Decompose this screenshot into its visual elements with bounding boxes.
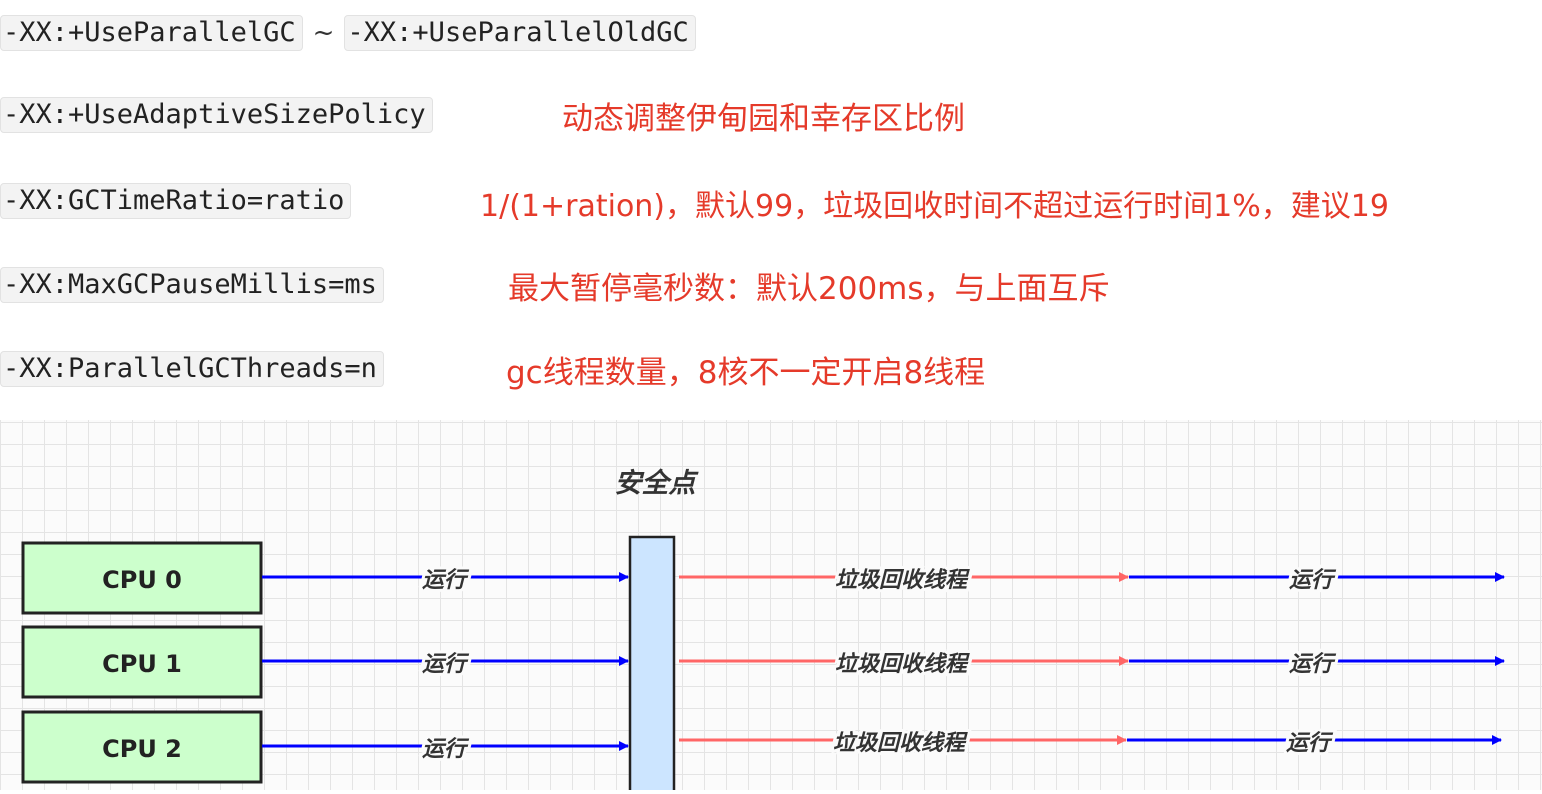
safepoint-bar — [628, 535, 676, 794]
cpu-label-1: CPU 1 — [102, 650, 182, 678]
code-parallel-gc-threads: -XX:ParallelGCThreads=n — [0, 351, 384, 387]
run-after-label-2: 运行 — [1286, 731, 1334, 756]
option-row-3: -XX:GCTimeRatio=ratio — [0, 181, 352, 221]
safepoint-diagram: 安全点 CPU 0 运行 垃圾回收线程 运行 CPU 1 运行 垃圾回收线程 运… — [0, 420, 1542, 794]
cpu-row-2: CPU 2 运行 垃圾回收线程 运行 — [21, 710, 1502, 784]
note-adaptive-size-policy: 动态调整伊甸园和幸存区比例 — [562, 101, 965, 137]
gc-label-2: 垃圾回收线程 — [833, 730, 968, 756]
note-max-gc-pause-millis: 最大暂停毫秒数：默认200ms，与上面互斥 — [508, 271, 1110, 307]
safepoint-label: 安全点 — [615, 468, 700, 499]
run-after-label-0: 运行 — [1289, 568, 1337, 593]
code-parallel-old-gc: -XX:+UseParallelOldGC — [344, 15, 696, 51]
run-after-label-1: 运行 — [1289, 652, 1337, 677]
run-label-2: 运行 — [422, 737, 470, 762]
cpu-label-2: CPU 2 — [102, 735, 182, 763]
option-row-2: -XX:+UseAdaptiveSizePolicy — [0, 95, 433, 135]
code-max-gc-pause-millis: -XX:MaxGCPauseMillis=ms — [0, 267, 384, 303]
separator-tilde: ~ — [312, 18, 335, 48]
option-row-1: -XX:+UseParallelGC ~ -XX:+UseParallelOld… — [0, 13, 696, 53]
code-parallel-gc: -XX:+UseParallelGC — [0, 15, 303, 51]
cpu-label-0: CPU 0 — [102, 566, 182, 594]
cpu-row-1: CPU 1 运行 垃圾回收线程 运行 — [21, 625, 1505, 699]
cpu-row-0: CPU 0 运行 垃圾回收线程 运行 — [21, 541, 1505, 615]
note-parallel-gc-threads: gc线程数量，8核不一定开启8线程 — [506, 355, 986, 391]
run-label-0: 运行 — [422, 568, 470, 593]
run-label-1: 运行 — [422, 652, 470, 677]
safepoint-diagram-svg: 安全点 CPU 0 运行 垃圾回收线程 运行 CPU 1 运行 垃圾回收线程 运… — [21, 468, 1505, 794]
gc-label-0: 垃圾回收线程 — [835, 567, 970, 593]
note-gc-time-ratio: 1/(1+ration)，默认99，垃圾回收时间不超过运行时间1%，建议19 — [480, 189, 1389, 224]
code-adaptive-size-policy: -XX:+UseAdaptiveSizePolicy — [0, 97, 433, 133]
option-row-5: -XX:ParallelGCThreads=n — [0, 349, 384, 389]
gc-label-1: 垃圾回收线程 — [835, 651, 970, 677]
code-gc-time-ratio: -XX:GCTimeRatio=ratio — [0, 183, 352, 219]
option-row-4: -XX:MaxGCPauseMillis=ms — [0, 265, 384, 305]
